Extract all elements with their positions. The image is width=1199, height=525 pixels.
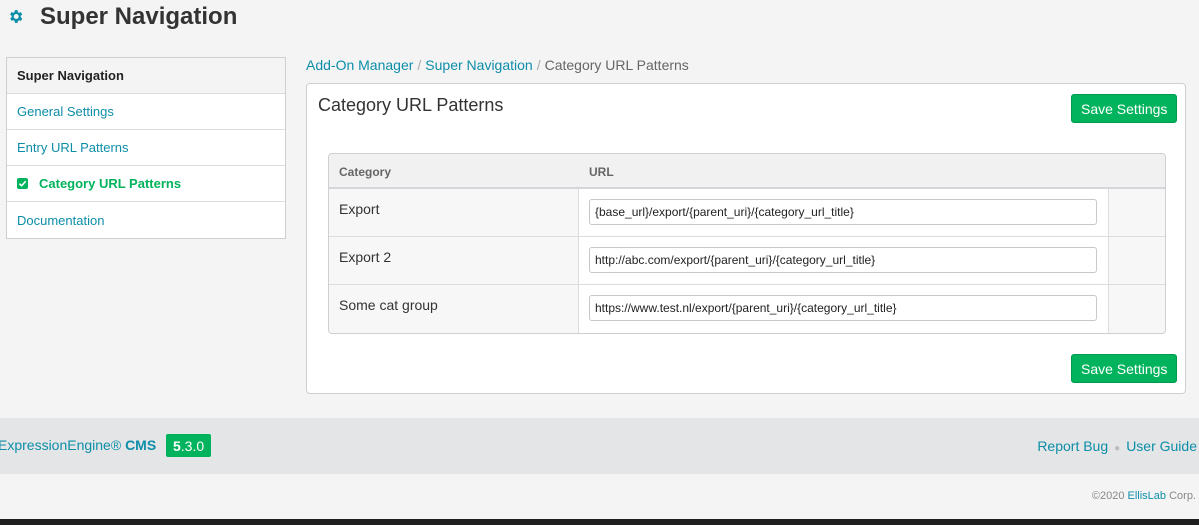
breadcrumb-separator: / — [417, 57, 422, 73]
breadcrumb: Add-On Manager / Super Navigation / Category… — [306, 57, 689, 73]
breadcrumb-current: Category URL Patterns — [544, 57, 689, 73]
column-header-category: Category — [339, 165, 392, 179]
row-extra-cell — [1109, 189, 1165, 236]
table-row: Export 2 — [329, 237, 1165, 285]
settings-panel: Category URL Patterns Save Settings Cate… — [306, 83, 1186, 394]
page-title: Super Navigation — [40, 3, 238, 30]
column-header-url: URL — [589, 165, 614, 179]
sidebar-item-general-settings[interactable]: General Settings — [7, 94, 285, 130]
sidebar-item-entry-url-patterns[interactable]: Entry URL Patterns — [7, 130, 285, 166]
version-rest: .3.0 — [180, 437, 205, 454]
url-pattern-input[interactable] — [589, 199, 1097, 225]
sidebar-item-label: Category URL Patterns — [39, 176, 182, 191]
save-settings-button-top[interactable]: Save Settings — [1071, 94, 1178, 123]
version-badge: 5.3.0 — [166, 434, 212, 457]
sidebar-item-category-url-patterns[interactable]: Category URL Patterns — [7, 166, 285, 202]
copyright-year: ©2020 — [1091, 490, 1125, 502]
breadcrumb-separator: / — [536, 57, 541, 73]
sidebar-header: Super Navigation — [7, 58, 285, 94]
product-suffix: CMS — [125, 437, 157, 453]
product-name: ExpressionEngine® — [0, 437, 122, 453]
version-major: 5 — [173, 437, 181, 454]
row-extra-cell — [1109, 285, 1165, 333]
user-guide-link[interactable]: User Guide — [1126, 438, 1197, 454]
save-settings-button-bottom[interactable]: Save Settings — [1071, 354, 1178, 383]
copyright: ©2020 EllisLab Corp. — [1092, 490, 1196, 502]
category-name: Some cat group — [329, 285, 579, 333]
sidebar: Super Navigation General Settings Entry … — [6, 57, 286, 239]
checkbox-checked-icon — [17, 178, 28, 189]
breadcrumb-link-super-navigation[interactable]: Super Navigation — [425, 57, 532, 73]
sidebar-item-documentation[interactable]: Documentation — [7, 202, 285, 238]
report-bug-link[interactable]: Report Bug — [1037, 438, 1108, 454]
url-patterns-table: Category URL Export Export 2 Some cat gr… — [328, 153, 1166, 334]
url-pattern-input[interactable] — [589, 247, 1097, 273]
footer: ExpressionEngine® CMS 5.3.0 Report Bug ● U… — [0, 418, 1199, 474]
table-row: Export — [329, 189, 1165, 237]
footer-separator-dot: ● — [1114, 443, 1121, 454]
company-link[interactable]: EllisLab — [1128, 490, 1167, 502]
url-pattern-input[interactable] — [589, 295, 1097, 321]
category-name: Export 2 — [329, 237, 579, 284]
url-cell — [579, 285, 1109, 333]
row-extra-cell — [1109, 237, 1165, 284]
table-row: Some cat group — [329, 285, 1165, 333]
footer-links: Report Bug ● User Guide — [1037, 438, 1197, 454]
breadcrumb-link-addon-manager[interactable]: Add-On Manager — [306, 57, 413, 73]
page-header: Super Navigation — [0, 0, 1199, 36]
bottom-bar — [0, 519, 1199, 525]
category-name: Export — [329, 189, 579, 236]
url-cell — [579, 237, 1109, 284]
column-header-empty — [1109, 154, 1165, 187]
panel-title: Category URL Patterns — [318, 95, 504, 115]
company-suffix: Corp. — [1169, 490, 1196, 502]
product-link[interactable]: ExpressionEngine® CMS — [0, 437, 156, 453]
url-cell — [579, 189, 1109, 236]
table-header: Category URL — [329, 154, 1165, 189]
gear-icon — [10, 10, 23, 23]
